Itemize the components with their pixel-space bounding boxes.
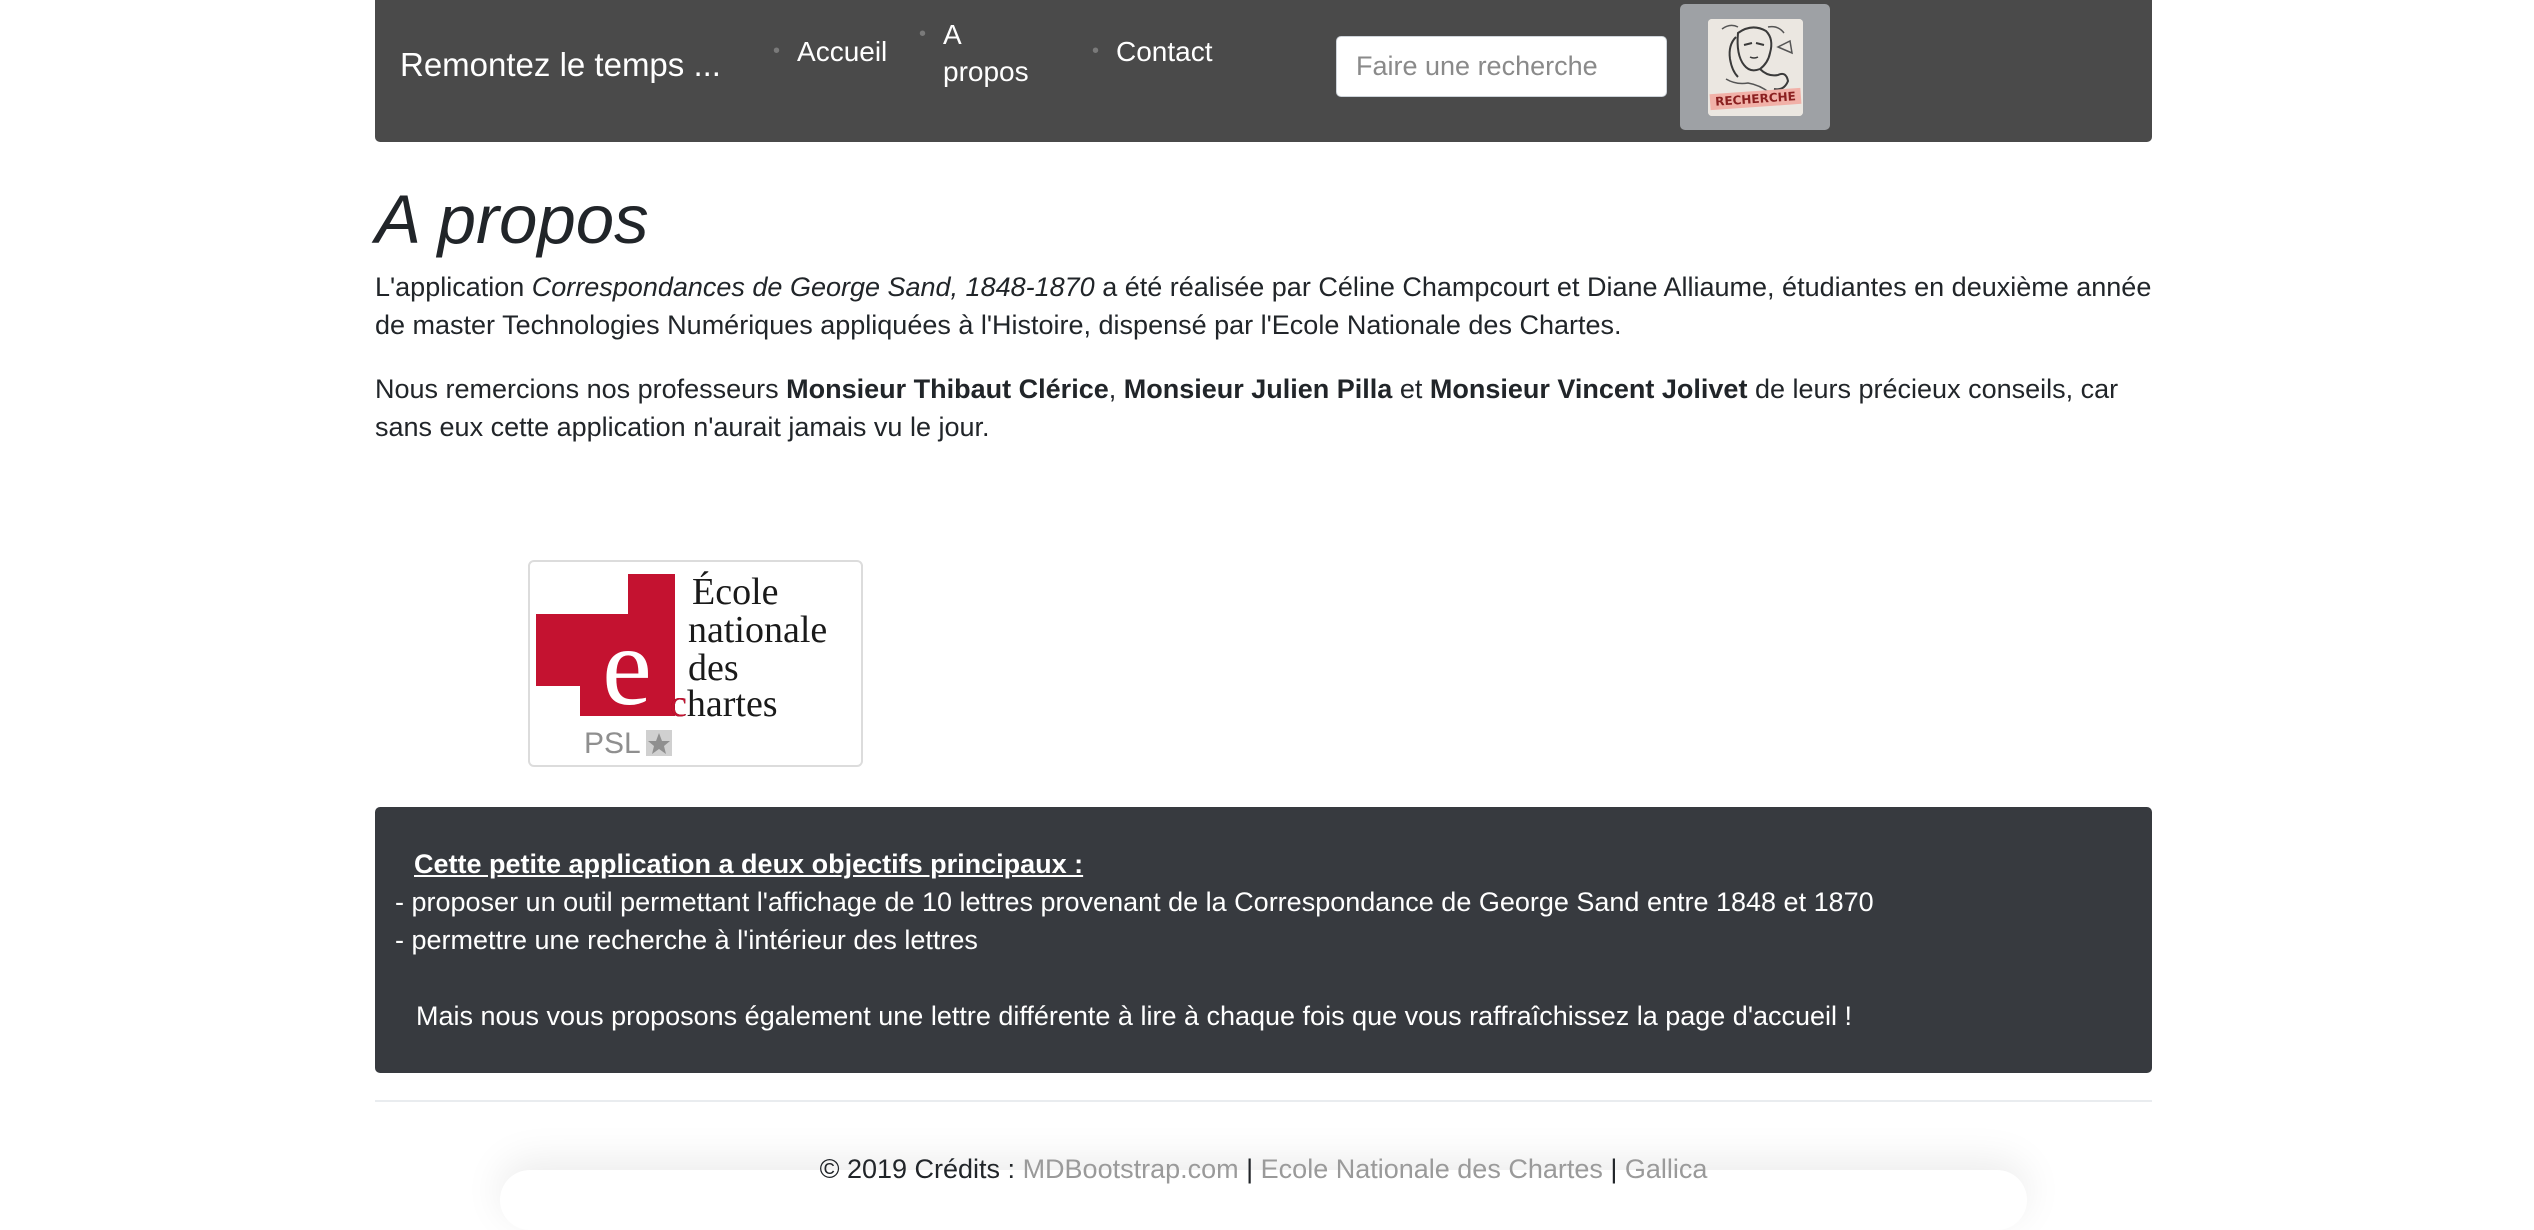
- navbar-brand[interactable]: Remontez le temps ...: [400, 46, 721, 84]
- intro-prefix: L'application: [375, 272, 532, 302]
- footer-divider: [375, 1100, 2152, 1102]
- footer-separator: |: [1238, 1154, 1261, 1184]
- footer-separator: |: [1602, 1154, 1625, 1184]
- thanks-paragraph: Nous remercions nos professeurs Monsieur…: [375, 370, 2152, 446]
- thanks-prefix: Nous remercions nos professeurs: [375, 374, 787, 404]
- logo-line: nationale: [688, 609, 827, 651]
- search-input[interactable]: [1336, 36, 1667, 97]
- bullet-icon: •: [919, 23, 927, 45]
- footer-copyright: © 2019 Crédits :: [819, 1154, 1023, 1184]
- footer-link-enc[interactable]: Ecole Nationale des Chartes: [1261, 1154, 1603, 1184]
- professor-name: Monsieur Julien Pilla: [1123, 374, 1393, 404]
- bullet-icon: •: [773, 40, 781, 62]
- footer-link-gallica[interactable]: Gallica: [1625, 1154, 1708, 1184]
- nav-item-apropos[interactable]: • A propos: [919, 16, 1033, 90]
- search-button[interactable]: RECHERCHE: [1680, 4, 1830, 130]
- nav-item-label: Accueil: [797, 36, 888, 67]
- professor-name: Monsieur Thibaut Clérice: [786, 374, 1109, 404]
- page-title: A propos: [375, 181, 649, 258]
- nav-item-label: Contact: [1116, 36, 1213, 67]
- logo-line: École: [692, 571, 779, 613]
- search-stamp-icon: RECHERCHE: [1708, 19, 1803, 116]
- objective-item: - permettre une recherche à l'intérieur …: [395, 925, 978, 955]
- enc-logo-image: e École nationale des chartes c PSL: [536, 571, 827, 760]
- thanks-separator: ,: [1108, 374, 1124, 404]
- nav-item-label: A propos: [943, 19, 1029, 87]
- thanks-separator: et: [1392, 374, 1430, 404]
- footer-link-mdbootstrap[interactable]: MDBootstrap.com: [1023, 1154, 1239, 1184]
- objectives-note: Mais nous vous proposons également une l…: [416, 1001, 1853, 1031]
- objective-item: - proposer un outil permettant l'afficha…: [395, 887, 1874, 917]
- footer: © 2019 Crédits : MDBootstrap.com | Ecole…: [375, 1150, 2152, 1188]
- intro-paragraph: L'application Correspondances de George …: [375, 268, 2152, 344]
- objectives-title: Cette petite application a deux objectif…: [414, 849, 1084, 879]
- navbar: Remontez le temps ... • Accueil • A prop…: [375, 0, 2152, 142]
- professor-name: Monsieur Vincent Jolivet: [1429, 374, 1748, 404]
- svg-text:e: e: [602, 605, 652, 729]
- logo-psl: PSL: [584, 727, 641, 760]
- objectives-panel: Cette petite application a deux objectif…: [375, 807, 2152, 1073]
- nav-item-contact[interactable]: • Contact: [1092, 33, 1213, 70]
- intro-app-name: Correspondances de George Sand, 1848-187…: [531, 272, 1095, 302]
- enc-logo: e École nationale des chartes c PSL: [528, 560, 863, 767]
- bullet-icon: •: [1092, 40, 1100, 62]
- svg-text:c: c: [670, 683, 687, 725]
- nav-item-accueil[interactable]: • Accueil: [773, 33, 887, 70]
